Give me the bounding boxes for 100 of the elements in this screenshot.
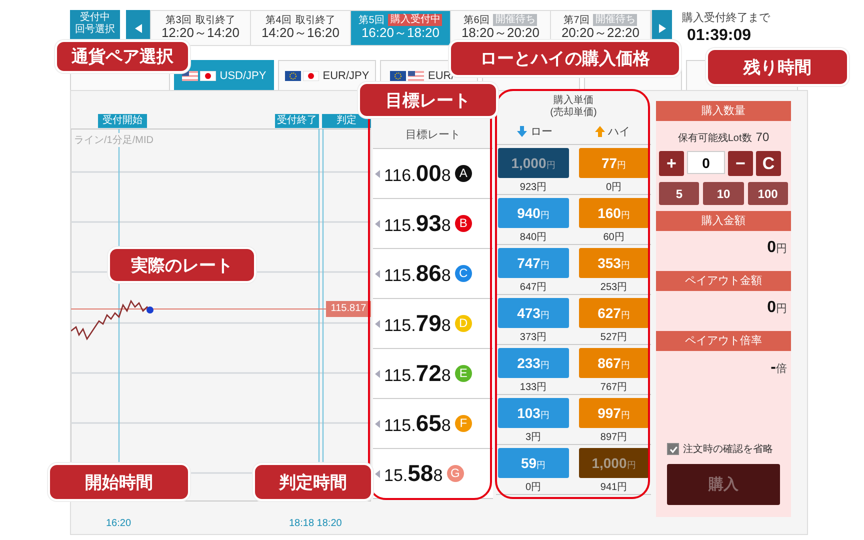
callout-tooltip: 開始時間 xyxy=(48,463,190,501)
countdown-label: 購入受付終了まで xyxy=(682,10,770,25)
low-label: ロー xyxy=(530,125,552,139)
section-header: 購入金額 xyxy=(656,211,791,231)
minus-button[interactable]: − xyxy=(728,151,753,176)
right-arrow-icon xyxy=(658,24,666,32)
rate-letter-badge: B xyxy=(454,215,472,232)
rate-letter-badge: E xyxy=(454,365,472,382)
star-flag-icon xyxy=(390,70,406,80)
sell-price: 923円 xyxy=(520,181,547,194)
sell-price: 60円 xyxy=(603,231,624,244)
rate-letter-badge: C xyxy=(454,265,472,282)
round-status: 購入受付中 xyxy=(388,14,442,26)
column-subtitle: (売却単価) xyxy=(549,107,598,119)
high-price-button[interactable]: 160円 xyxy=(578,198,649,228)
high-price-button[interactable]: 77円 xyxy=(578,148,649,178)
checkbox-label: 注文時の確認を省略 xyxy=(683,442,773,456)
rate-letter-badge: G xyxy=(446,465,464,482)
checkbox[interactable] xyxy=(667,443,679,455)
round-status: 取引終了 xyxy=(295,14,336,26)
sell-price: 767円 xyxy=(600,381,628,394)
round-time: 12:20～14:20 xyxy=(161,26,240,40)
amount-unit: 円 xyxy=(776,303,787,315)
sell-price: 133円 xyxy=(520,381,547,394)
left-triangle-icon xyxy=(375,470,380,478)
time-axis-label: 16:20 xyxy=(106,518,132,529)
marker-label: 受付終了 xyxy=(275,114,319,128)
callout-tooltip: 通貨ペア選択 xyxy=(55,40,190,73)
section-header: ペイアウト金額 xyxy=(656,271,791,291)
sell-price: 527円 xyxy=(600,331,628,344)
section-header: ペイアウト倍率 xyxy=(656,331,791,351)
low-price-button[interactable]: 103円 xyxy=(498,398,568,428)
round-time: 20:20～22:20 xyxy=(561,26,640,40)
low-price-button[interactable]: 59円 xyxy=(498,448,568,478)
time-axis-label: 18:18 18:20 xyxy=(289,518,342,529)
left-triangle-icon xyxy=(375,420,380,428)
available-lots-label: 保有可能残Lot数 xyxy=(678,132,752,145)
sell-price: 897円 xyxy=(600,431,628,444)
left-triangle-icon xyxy=(375,170,380,178)
preset-button[interactable]: 100 xyxy=(748,182,788,205)
callout-tooltip: 残り時間 xyxy=(706,48,849,86)
round-number: 第6回 xyxy=(464,14,490,26)
round-number: 第4回 xyxy=(266,14,292,26)
left-triangle-icon xyxy=(375,220,380,228)
rate-letter-badge: F xyxy=(454,415,472,432)
star-flag-icon xyxy=(284,70,301,80)
circle-flag-icon xyxy=(200,70,216,80)
currency-tab[interactable]: USD/JPY xyxy=(174,60,274,90)
round-tab[interactable]: 第5回 購入受付中 16:20～18:20 xyxy=(351,11,451,45)
rate-letter-badge: A xyxy=(454,165,472,182)
left-triangle-icon xyxy=(375,320,380,328)
clear-button[interactable]: C xyxy=(756,151,781,176)
preset-button[interactable]: 5 xyxy=(659,182,700,205)
high-price-button[interactable]: 627円 xyxy=(578,298,649,328)
sell-price: 3円 xyxy=(525,431,542,444)
low-price-button[interactable]: 747円 xyxy=(498,248,568,278)
round-tab[interactable]: 第4回 取引終了 14:20～16:20 xyxy=(251,11,351,45)
left-triangle-icon xyxy=(375,370,380,378)
sell-price: 647円 xyxy=(520,281,547,294)
current-price-tag: 115.817 xyxy=(326,301,371,317)
round-number: 第3回 xyxy=(166,14,192,26)
callout-tooltip: 判定時間 xyxy=(253,463,373,501)
sell-price: 253円 xyxy=(600,281,628,294)
amount-unit: 倍 xyxy=(776,363,787,375)
low-price-button[interactable]: 233円 xyxy=(498,348,568,378)
left-triangle-icon xyxy=(375,270,380,278)
round-status: 取引終了 xyxy=(195,14,236,26)
high-price-button[interactable]: 353円 xyxy=(578,248,649,278)
sell-price: 373円 xyxy=(520,331,547,344)
high-label: ハイ xyxy=(608,125,630,139)
round-tab[interactable]: 第3回 取引終了 12:20～14:20 xyxy=(151,11,251,45)
round-number: 第7回 xyxy=(564,14,590,26)
round-time: 16:20～18:20 xyxy=(361,26,440,40)
plus-button[interactable]: + xyxy=(659,151,684,176)
sell-price: 0円 xyxy=(525,481,542,494)
low-price-button[interactable]: 473円 xyxy=(498,298,568,328)
round-number: 第5回 xyxy=(358,14,384,26)
section-header: 購入数量 xyxy=(656,101,791,121)
target-rate: 115.868 xyxy=(384,260,451,287)
target-rate: 115.938 xyxy=(384,210,451,237)
sell-price: 941円 xyxy=(600,481,628,494)
amount-unit: 円 xyxy=(776,243,787,255)
round-status: 開催待ち xyxy=(593,14,638,26)
marker-label: 判定 xyxy=(322,114,371,128)
currency-tab[interactable]: EUR/JPY xyxy=(278,60,376,90)
marker-label: 受付開始 xyxy=(98,114,147,128)
high-price-button[interactable]: 867円 xyxy=(578,348,649,378)
down-arrow-icon xyxy=(517,126,528,137)
amount-value: 0 xyxy=(767,299,776,316)
available-lots-value: 70 xyxy=(756,130,770,144)
low-price-button[interactable]: 940円 xyxy=(498,198,568,228)
target-rate: 115.728 xyxy=(384,360,451,387)
sell-price: 0円 xyxy=(606,181,622,194)
quantity-field[interactable]: 0 xyxy=(687,151,725,174)
target-rate: 15.588 xyxy=(384,460,443,487)
preset-button[interactable]: 10 xyxy=(703,182,744,205)
round-time: 14:20～16:20 xyxy=(261,26,340,40)
striped-flag-icon xyxy=(408,70,424,80)
high-price-button[interactable]: 997円 xyxy=(578,398,649,428)
amount-value: 0 xyxy=(767,239,776,256)
